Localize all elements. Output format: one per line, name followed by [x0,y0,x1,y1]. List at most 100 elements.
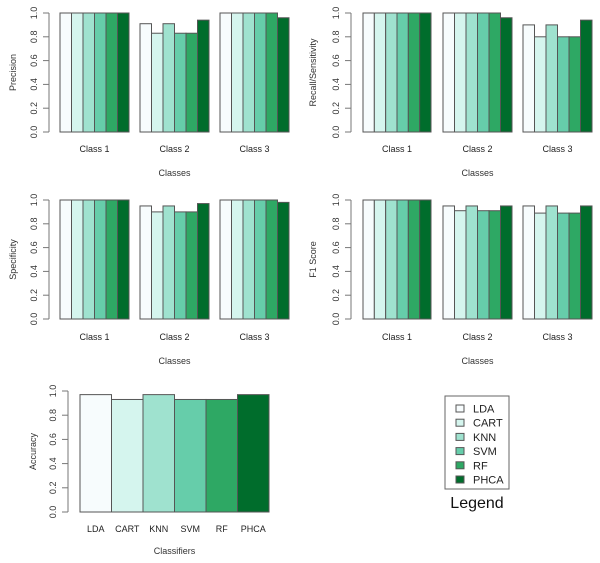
bar-cart-class-1 [373,12,387,133]
y-tick-label: 0.2 [29,289,39,302]
y-tick-label: 1.0 [29,194,39,207]
bar-knn-class-1 [82,199,95,320]
legend-swatch-rf [455,461,465,470]
bar-phca-class-3 [277,201,290,320]
y-tick-label: 1.0 [331,7,341,20]
y-tick-label: 0.0 [29,313,39,326]
y-tick-label: 0.6 [29,241,39,254]
y-tick-label: 0.6 [29,54,39,67]
y-tick-label: 0.4 [48,457,58,470]
bar-cart-class-2 [454,210,467,320]
legend-swatch-phca [455,475,465,484]
bar-phca-class-2 [500,17,513,133]
x-category-label: Class 2 [159,332,189,342]
y-tick-label: 0.4 [331,265,341,278]
bar-cart-class-1 [71,12,84,133]
legend-swatch-knn [455,432,465,441]
bar-lda-class-3 [219,199,232,320]
y-tick-label: 0.4 [331,78,341,91]
y-tick-label: 0.8 [29,218,39,231]
bar-rf-class-1 [105,12,118,133]
bar-phca-class-3 [580,205,593,320]
bar-lda-class-1 [362,199,375,320]
bar-lda-class-3 [522,205,535,320]
y-tick-label: 0.8 [29,31,39,44]
x-category-label: Class 1 [382,144,412,154]
bar-phca-class-2 [197,19,210,133]
bar-phca-class-1 [419,199,432,320]
bar-lda-class-2 [139,23,152,133]
legend-label-phca: PHCA [473,475,504,487]
y-tick-label: 0.8 [48,409,58,422]
bar-rf-class-1 [105,199,118,320]
bar-knn-class-1 [385,199,398,320]
y-tick-label: 0.2 [48,482,58,495]
bar-cart-class-3 [231,199,244,320]
bar-cart-class-3 [231,12,244,133]
bar-phca-class-3 [580,19,593,133]
legend-label-lda: LDA [473,404,495,416]
chart-accuracy: 0.0 0.2 0.4 0.6 0.8 1.0 Accuracy LDA CART KNN SVM R… [28,385,270,556]
bar-cart-class-2 [151,211,164,320]
x-axis-title: Classes [461,168,494,178]
bar-rf-class-1 [407,199,421,320]
legend-swatch-lda [455,404,465,413]
y-tick-label: 0.6 [331,54,341,67]
x-category-label: Class 3 [542,144,572,154]
legend-swatch-svm [455,447,465,456]
chart-f1: 0.0 0.2 0.4 0.6 0.8 1.0 F1 Score Class 1 Class 2… [308,194,593,366]
x-axis-title: Classes [158,168,191,178]
y-tick-label: 0.4 [29,78,39,91]
bar-svm-class-2 [477,12,490,133]
bar-lda-class-1 [362,12,375,133]
bar-phca-class-1 [117,199,130,320]
y-tick-label: 0.4 [29,265,39,278]
x-category-label: Class 1 [79,144,109,154]
y-tick-label: 0.8 [331,31,341,44]
x-category-label: Class 1 [382,332,412,342]
bar-cart-class-3 [534,212,547,320]
bar-rf-class-3 [568,36,581,133]
chart-precision: 0.0 0.2 0.4 0.6 0.8 1.0 Precision Class 1 Class … [8,7,290,178]
x-category-label: Class 2 [462,332,492,342]
y-tick-label: 0.6 [331,241,341,254]
bar-lda-class-2 [442,205,455,320]
bar-knn-class-2 [162,205,175,320]
x-category-label: Class 3 [239,332,269,342]
bar-svm-class-2 [174,211,187,320]
bar-rf-class-2 [488,210,501,320]
bar-rf-class-3 [265,199,278,320]
x-category-label: Class 2 [462,144,492,154]
bar-svm [174,398,207,513]
y-axis-title: Precision [8,54,18,91]
bar-phca-class-3 [277,17,290,133]
x-category-label: KNN [149,524,168,534]
bar-rf-class-2 [185,211,198,320]
bar-lda-class-3 [219,12,232,133]
legend: LDA CART KNN SVM RF PHCA Legend [444,395,510,512]
bar-lda-class-3 [522,24,535,133]
y-tick-label: 0.2 [331,102,341,115]
y-axis-title: Recall/Sensitivity [308,38,318,107]
y-axis-title: Accuracy [28,432,38,470]
bar-rf-class-3 [265,12,278,133]
y-tick-label: 0.2 [331,289,341,302]
bar-knn-class-3 [545,24,558,133]
bar-lda-class-2 [442,12,455,133]
x-category-label: RF [216,524,228,534]
y-axis-title: Specificity [8,239,18,280]
legend-label-cart: CART [473,418,503,430]
y-tick-label: 0.8 [331,218,341,231]
bar-knn-class-3 [242,199,255,320]
bar-svm-class-3 [557,212,570,320]
bar-rf-class-1 [407,12,421,133]
bar-svm-class-2 [174,32,187,133]
y-tick-label: 0.0 [48,506,58,519]
x-category-label: PHCA [241,524,266,534]
bar-rf-class-3 [568,212,581,320]
bar-rf-class-2 [185,32,198,133]
bar-lda [79,394,112,513]
bar-cart-class-2 [151,32,164,133]
bar-phca-class-2 [197,203,210,320]
bar-cart-class-3 [534,36,547,133]
